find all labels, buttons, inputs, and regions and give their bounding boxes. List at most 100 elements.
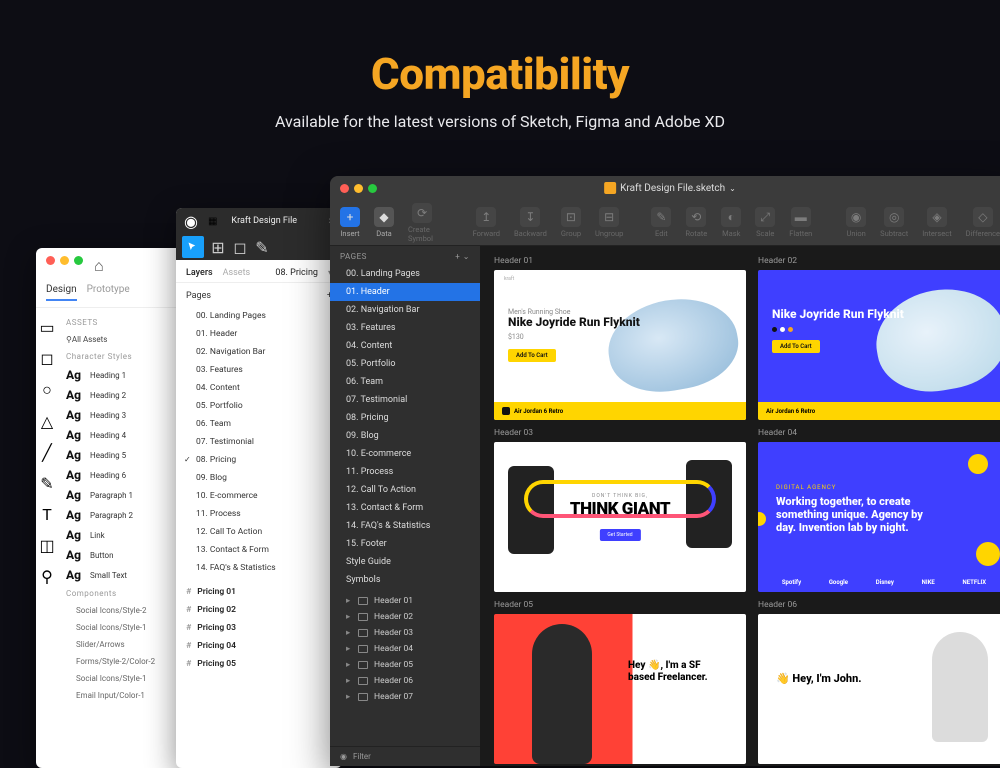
layer-item[interactable]: ▸Header 02 <box>330 609 480 625</box>
page-item[interactable]: 00. Landing Pages <box>176 307 342 325</box>
component-item[interactable]: Social Icons/Style-1 <box>64 619 190 636</box>
character-style-item[interactable]: AgParagraph 2 <box>64 505 190 525</box>
subtract-icon[interactable]: ◎ <box>884 207 904 227</box>
character-style-item[interactable]: AgHeading 3 <box>64 405 190 425</box>
insert-icon[interactable]: + <box>340 207 360 227</box>
page-item[interactable]: 05. Portfolio <box>330 355 480 373</box>
character-style-item[interactable]: AgHeading 6 <box>64 465 190 485</box>
select-icon[interactable]: ▭ <box>39 318 54 337</box>
tab-assets[interactable]: Assets <box>223 268 251 278</box>
layer-item[interactable]: ▸Header 07 <box>330 689 480 705</box>
page-item[interactable]: 15. Footer <box>330 535 480 553</box>
page-item[interactable]: 03. Features <box>176 361 342 379</box>
disclosure-triangle-icon[interactable]: ▸ <box>346 692 352 702</box>
page-item[interactable]: 12. Call To Action <box>330 481 480 499</box>
component-item[interactable]: Slider/Arrows <box>64 636 190 653</box>
page-item[interactable]: 03. Features <box>330 319 480 337</box>
page-item[interactable]: 01. Header <box>176 325 342 343</box>
page-item[interactable]: 06. Team <box>330 373 480 391</box>
tab-design[interactable]: Design <box>46 284 77 301</box>
character-style-item[interactable]: AgButton <box>64 545 190 565</box>
page-item[interactable]: 11. Process <box>330 463 480 481</box>
page-item[interactable]: Style Guide <box>330 553 480 571</box>
disclosure-triangle-icon[interactable]: ▸ <box>346 676 352 686</box>
difference-icon[interactable]: ◇ <box>973 207 993 227</box>
character-style-item[interactable]: AgHeading 5 <box>64 445 190 465</box>
current-page-label[interactable]: 08. Pricing <box>275 268 318 278</box>
filter-row[interactable]: ◉Filter <box>330 746 480 766</box>
page-item[interactable]: 02. Navigation Bar <box>330 301 480 319</box>
text-icon[interactable]: T <box>42 505 52 524</box>
character-style-item[interactable]: AgParagraph 1 <box>64 485 190 505</box>
ungroup-icon[interactable]: ⊟ <box>599 207 619 227</box>
menu-icon[interactable]: ▦ <box>208 216 217 227</box>
edit-icon[interactable]: ✎ <box>651 207 671 227</box>
page-item[interactable]: 06. Team <box>176 415 342 433</box>
disclosure-triangle-icon[interactable]: ▸ <box>346 644 352 654</box>
page-item[interactable]: 13. Contact & Form <box>176 541 342 559</box>
frame-item[interactable]: #Pricing 02 <box>176 601 342 619</box>
chevron-down-icon[interactable]: ⌄ <box>729 184 736 193</box>
layer-item[interactable]: ▸Header 03 <box>330 625 480 641</box>
artboard-header-02[interactable]: Nike Joyride Run Flyknit Add To Cart Air… <box>758 270 1000 420</box>
ellipse-icon[interactable]: ○ <box>42 380 52 400</box>
shape-tool-icon[interactable]: ◻ <box>232 239 248 255</box>
close-icon[interactable] <box>340 184 349 193</box>
triangle-icon[interactable]: △ <box>41 412 53 431</box>
layer-item[interactable]: ▸Header 05 <box>330 657 480 673</box>
artboard-icon[interactable]: ◫ <box>39 536 54 555</box>
character-style-item[interactable]: AgHeading 2 <box>64 385 190 405</box>
all-assets-row[interactable]: ⚲ All Assets ▦ <box>64 331 190 348</box>
backward-icon[interactable]: ↧ <box>520 207 540 227</box>
pen-icon[interactable]: ✎ <box>40 474 53 493</box>
intersect-icon[interactable]: ◈ <box>927 207 947 227</box>
maximize-icon[interactable] <box>74 256 83 265</box>
layer-item[interactable]: ▸Header 04 <box>330 641 480 657</box>
disclosure-triangle-icon[interactable]: ▸ <box>346 612 352 622</box>
page-item[interactable]: 14. FAQ's & Statistics <box>330 517 480 535</box>
group-icon[interactable]: ⊡ <box>561 207 581 227</box>
tab-prototype[interactable]: Prototype <box>87 284 130 301</box>
page-item[interactable]: 04. Content <box>176 379 342 397</box>
layer-item[interactable]: ▸Header 01 <box>330 593 480 609</box>
artboard-header-01[interactable]: kraft Men's Running Shoe Nike Joyride Ru… <box>494 270 746 420</box>
page-item[interactable]: 04. Content <box>330 337 480 355</box>
frame-tool-icon[interactable]: ⊞ <box>210 239 226 255</box>
create-symbol-icon[interactable]: ⟳ <box>412 203 432 223</box>
character-style-item[interactable]: AgHeading 1 <box>64 365 190 385</box>
sketch-canvas[interactable]: Header 01 kraft Men's Running Shoe Nike … <box>480 246 1000 766</box>
page-item[interactable]: 09. Blog <box>330 427 480 445</box>
page-item[interactable]: 00. Landing Pages <box>330 265 480 283</box>
page-item[interactable]: 09. Blog <box>176 469 342 487</box>
component-item[interactable]: Email Input/Color-1 <box>64 687 190 704</box>
character-style-item[interactable]: AgHeading 4 <box>64 425 190 445</box>
page-item[interactable]: 08. Pricing <box>176 451 342 469</box>
page-item[interactable]: 11. Process <box>176 505 342 523</box>
component-item[interactable]: Forms/Style-2/Color-2 <box>64 653 190 670</box>
line-icon[interactable]: ╱ <box>42 443 52 462</box>
page-item[interactable]: 02. Navigation Bar <box>176 343 342 361</box>
pen-tool-icon[interactable]: ✎ <box>254 239 270 255</box>
rotate-icon[interactable]: ⟲ <box>686 207 706 227</box>
character-style-item[interactable]: AgLink <box>64 525 190 545</box>
close-icon[interactable] <box>46 256 55 265</box>
component-item[interactable]: Social Icons/Style-2 <box>64 602 190 619</box>
frame-item[interactable]: #Pricing 05 <box>176 655 342 673</box>
flatten-icon[interactable]: ▬ <box>791 207 811 227</box>
artboard-header-06[interactable]: 👋 Hey, I'm John. <box>758 614 1000 764</box>
page-item[interactable]: 14. FAQ's & Statistics <box>176 559 342 577</box>
scale-icon[interactable]: ⤢ <box>755 207 775 227</box>
page-item[interactable]: 10. E-commerce <box>330 445 480 463</box>
frame-item[interactable]: #Pricing 03 <box>176 619 342 637</box>
page-item[interactable]: 01. Header <box>330 283 480 301</box>
disclosure-triangle-icon[interactable]: ▸ <box>346 596 352 606</box>
artboard-header-05[interactable]: Hey 👋, I'm a SF based Freelancer. <box>494 614 746 764</box>
layer-item[interactable]: ▸Header 06 <box>330 673 480 689</box>
page-item[interactable]: 07. Testimonial <box>330 391 480 409</box>
component-item[interactable]: Social Icons/Style-1 <box>64 670 190 687</box>
page-item[interactable]: Symbols <box>330 571 480 589</box>
add-page-icon[interactable]: + ⌄ <box>455 252 470 261</box>
artboard-header-04[interactable]: DIGITAL AGENCY Working together, to crea… <box>758 442 1000 592</box>
frame-item[interactable]: #Pricing 04 <box>176 637 342 655</box>
page-item[interactable]: 05. Portfolio <box>176 397 342 415</box>
